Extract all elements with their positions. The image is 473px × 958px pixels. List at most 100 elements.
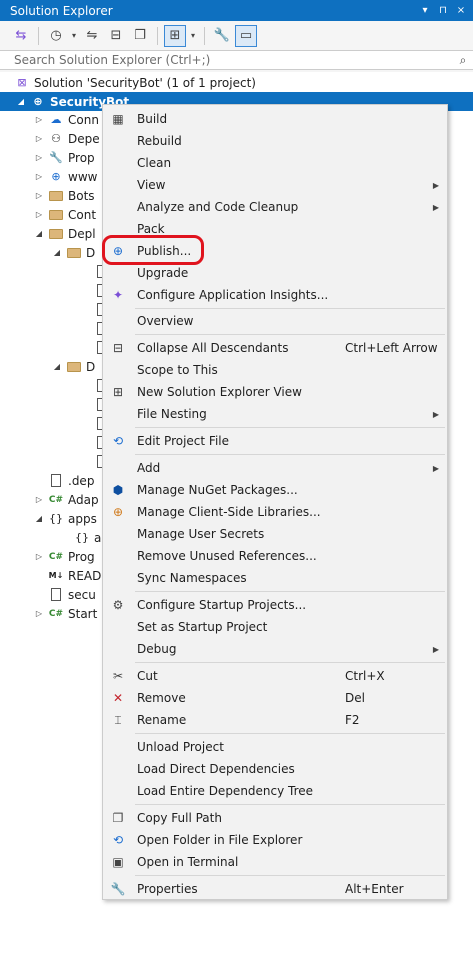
menu-item-configure-startup[interactable]: ⚙ Configure Startup Projects... [103,594,447,616]
chevron-down-icon[interactable]: ▾ [69,25,79,47]
menu-item-collapse-all[interactable]: ⊟ Collapse All Descendants Ctrl+Left Arrow [103,337,447,359]
expand-arrow-icon[interactable]: ◢ [34,229,44,238]
expand-arrow-icon[interactable]: ◢ [52,362,62,371]
json-file-icon: {} [49,512,63,525]
submenu-arrow-icon: ▶ [432,202,439,212]
submenu-arrow-icon: ▶ [432,409,439,419]
client-libraries-icon: ⊕ [112,505,124,519]
vs-switch-icon[interactable]: ⇆ [10,25,32,47]
sync-icon[interactable]: ⇋ [81,25,103,47]
menu-separator [135,875,445,876]
shortcut-label: Ctrl+Left Arrow [345,341,438,355]
shortcut-label: Alt+Enter [345,882,404,896]
tree-item-label: .dep [68,473,95,488]
tree-item-label: www [68,169,98,184]
menu-item-copy-full-path[interactable]: ❐ Copy Full Path [103,807,447,829]
tree-item-label: secu [68,587,96,602]
folder-icon [66,246,82,260]
show-all-files-icon[interactable]: ❐ [129,25,151,47]
publish-highlight-annotation [102,235,204,265]
menu-item-scope-to-this[interactable]: Scope to This [103,359,447,381]
menu-item-manage-nuget[interactable]: ⬢ Manage NuGet Packages... [103,479,447,501]
pin-icon[interactable]: ⊓ [437,5,449,16]
search-icon[interactable]: ⌕ [453,53,473,68]
solution-icon: ⊠ [17,76,27,89]
expand-arrow-icon[interactable]: ▷ [34,115,44,124]
menu-item-view[interactable]: View ▶ [103,174,447,196]
menu-item-edit-project-file[interactable]: ⟲ Edit Project File [103,430,447,452]
menu-item-load-direct-deps[interactable]: Load Direct Dependencies [103,758,447,780]
window-position-dropdown[interactable]: ▾ [419,5,431,16]
menu-item-sync-namespaces[interactable]: Sync Namespaces [103,567,447,589]
expand-arrow-icon[interactable]: ▷ [34,495,44,504]
csharp-file-icon: C# [48,494,64,505]
menu-item-open-folder[interactable]: ⟲ Open Folder in File Explorer [103,829,447,851]
menu-item-clean[interactable]: Clean [103,152,447,174]
menu-item-debug[interactable]: Debug ▶ [103,638,447,660]
edit-project-icon: ⟲ [112,434,124,448]
csharp-file-icon: C# [48,551,64,562]
shortcut-label: F2 [345,713,360,727]
preview-icon[interactable]: ⊞ [164,24,186,47]
solution-label: Solution 'SecurityBot' (1 of 1 project) [34,75,256,90]
properties-icon[interactable]: 🔧 [211,25,233,47]
remove-x-icon: ✕ [112,691,124,705]
menu-item-remove-unused-refs[interactable]: Remove Unused References... [103,545,447,567]
search-bar[interactable]: Search Solution Explorer (Ctrl+;) ⌕ [0,50,473,70]
expand-arrow-icon[interactable]: ▷ [34,153,44,162]
tree-item-label: Depe [68,131,100,146]
rename-icon: ⌶ [114,712,122,727]
menu-item-remove[interactable]: ✕ Remove Del [103,687,447,709]
expand-arrow-icon[interactable]: ◢ [34,514,44,523]
menu-item-unload-project[interactable]: Unload Project [103,736,447,758]
menu-item-build[interactable]: ▦ Build [103,108,447,130]
tree-item-label: Cont [68,207,97,222]
menu-item-rebuild[interactable]: Rebuild [103,130,447,152]
pending-changes-icon[interactable]: ▭ [235,24,257,47]
terminal-icon: ▣ [112,855,124,869]
expand-arrow-icon[interactable]: ◢ [16,97,26,106]
submenu-arrow-icon: ▶ [432,463,439,473]
tree-item-label: D [86,359,96,374]
menu-item-upgrade[interactable]: Upgrade [103,262,447,284]
toolbar-separator [157,26,158,45]
expand-arrow-icon[interactable]: ▷ [34,134,44,143]
menu-item-manage-secrets[interactable]: Manage User Secrets [103,523,447,545]
menu-item-load-entire-tree[interactable]: Load Entire Dependency Tree [103,780,447,802]
menu-item-configure-insights[interactable]: ✦ Configure Application Insights... [103,284,447,306]
gear-icon: ⚙ [112,598,124,612]
menu-item-open-terminal[interactable]: ▣ Open in Terminal [103,851,447,873]
menu-item-properties[interactable]: 🔧 Properties Alt+Enter [103,878,447,900]
chevron-down-icon[interactable]: ▾ [188,25,198,47]
panel-title: Solution Explorer [10,3,113,18]
history-icon[interactable]: ◷ [45,25,67,47]
menu-separator [135,454,445,455]
tree-item-label: D [86,245,96,260]
close-icon[interactable]: × [455,5,467,16]
expand-arrow-icon[interactable]: ▷ [34,210,44,219]
menu-item-rename[interactable]: ⌶ Rename F2 [103,709,447,731]
expand-arrow-icon[interactable]: ▷ [34,552,44,561]
expand-arrow-icon[interactable]: ▷ [34,172,44,181]
csharp-file-icon: C# [48,608,64,619]
menu-item-set-startup[interactable]: Set as Startup Project [103,616,447,638]
expand-arrow-icon[interactable]: ◢ [52,248,62,257]
menu-item-add[interactable]: Add ▶ [103,457,447,479]
menu-item-file-nesting[interactable]: File Nesting ▶ [103,403,447,425]
menu-item-cut[interactable]: ✂ Cut Ctrl+X [103,665,447,687]
expand-arrow-icon[interactable]: ▷ [34,609,44,618]
menu-item-overview[interactable]: Overview [103,310,447,332]
tree-item-label: Start [68,606,98,621]
collapse-icon[interactable]: ⊟ [105,25,127,47]
menu-item-manage-libraries[interactable]: ⊕ Manage Client-Side Libraries... [103,501,447,523]
expand-arrow-icon[interactable]: ▷ [34,191,44,200]
menu-item-analyze[interactable]: Analyze and Code Cleanup ▶ [103,196,447,218]
folder-icon [48,227,64,241]
file-icon [48,588,64,602]
menu-separator [135,662,445,663]
menu-item-new-view[interactable]: ⊞ New Solution Explorer View [103,381,447,403]
search-input[interactable]: Search Solution Explorer (Ctrl+;) [14,53,453,67]
open-folder-icon: ⟲ [112,833,124,847]
tree-row-solution[interactable]: ⊠ Solution 'SecurityBot' (1 of 1 project… [0,73,473,92]
dependencies-icon: ⚇ [51,132,61,145]
